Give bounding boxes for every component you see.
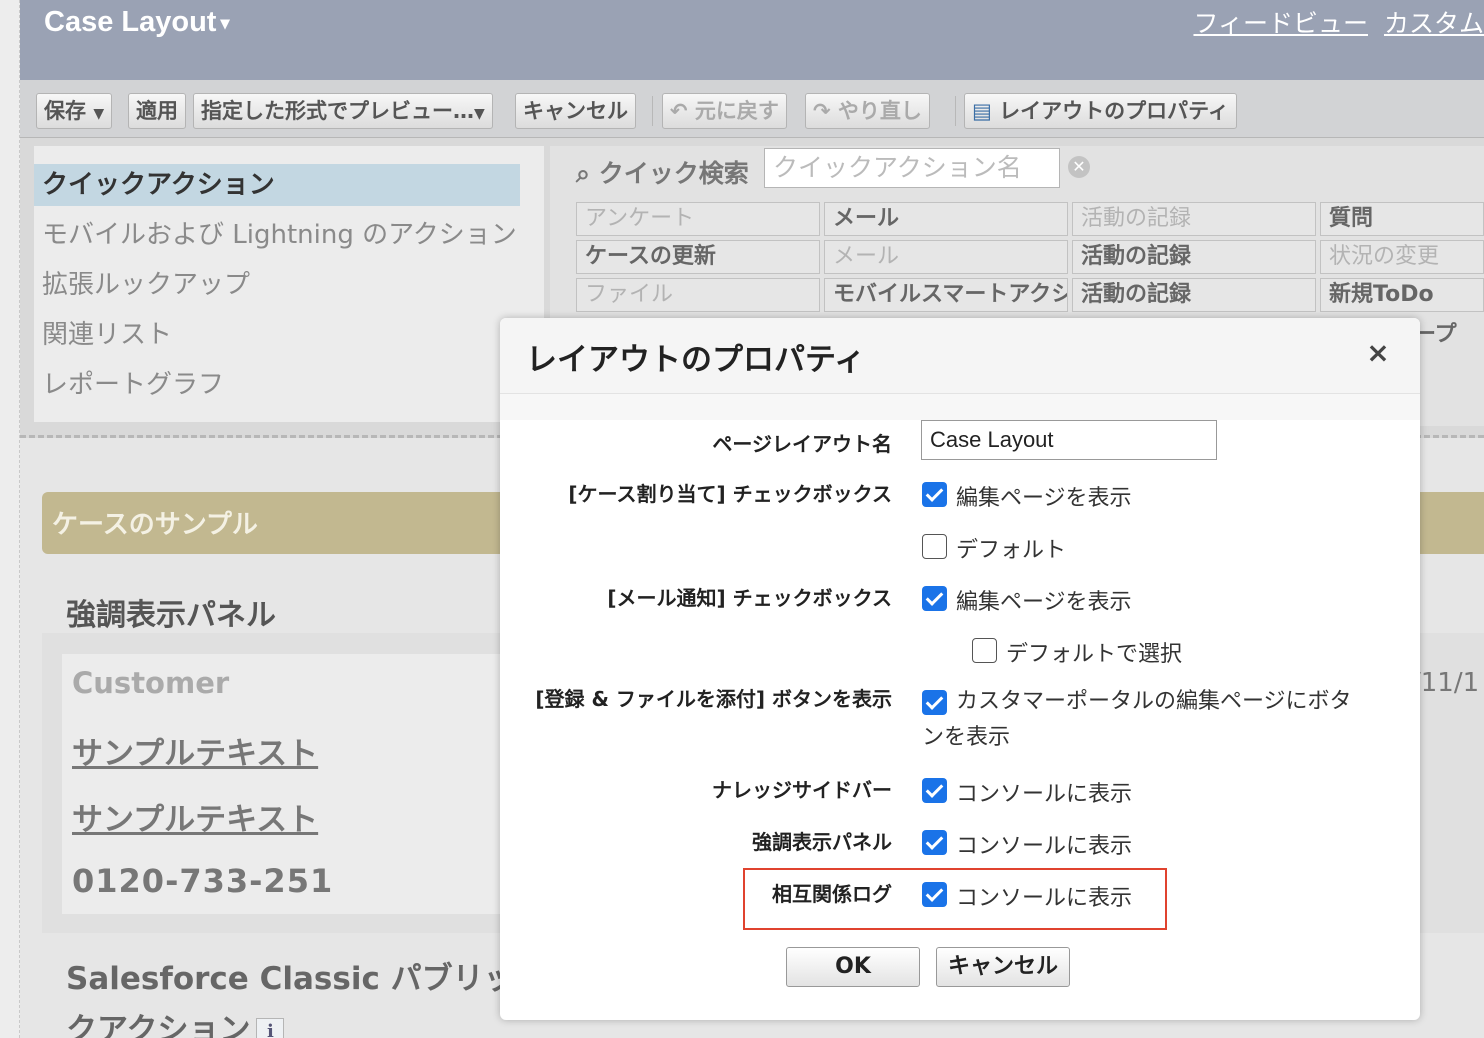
sample-text-link[interactable]: サンプルテキスト bbox=[72, 794, 318, 839]
palette-nav-quick-actions[interactable]: クイックアクション bbox=[34, 164, 520, 206]
caret-down-icon: ▾ bbox=[220, 12, 230, 33]
redo-label: やり直し bbox=[837, 99, 922, 123]
layout-header: Case Layout ▾ フィードビュー カスタム bbox=[20, 0, 1484, 80]
palette-nav-mobile-actions[interactable]: モバイルおよび Lightning のアクション bbox=[34, 214, 520, 256]
dialog-title: レイアウトのプロパティ bbox=[526, 342, 866, 378]
classic-actions-title-line2: クアクション i bbox=[66, 1004, 285, 1038]
palette-item[interactable]: 活動の記録 bbox=[1072, 278, 1316, 312]
clear-search-icon[interactable]: ✕ bbox=[1068, 156, 1090, 178]
ok-button[interactable]: OK bbox=[786, 947, 920, 987]
case-assign-show-text: 編集ページを表示 bbox=[956, 486, 1132, 511]
custom-link[interactable]: カスタム bbox=[1384, 9, 1484, 38]
left-margin-strip bbox=[0, 0, 20, 1038]
cancel-toolbar-button[interactable]: キャンセル bbox=[515, 93, 636, 129]
knowledge-sidebar-checkbox[interactable] bbox=[922, 778, 947, 803]
highlight-panel-checkbox[interactable] bbox=[922, 830, 947, 855]
palette-item[interactable]: メール bbox=[824, 240, 1068, 274]
highlight-panel-text: コンソールに表示 bbox=[956, 834, 1133, 859]
classic-actions-title-text: クアクション bbox=[66, 1012, 251, 1038]
case-assign-default-text: デフォルト bbox=[956, 538, 1067, 563]
layout-properties-dialog: レイアウトのプロパティ × ページレイアウト名 Case Layout [ケース… bbox=[500, 318, 1420, 1020]
dialog-header-band bbox=[500, 394, 1420, 420]
redo-icon: ↷ bbox=[813, 99, 831, 123]
palette-item[interactable]: 新規ToDo bbox=[1320, 278, 1484, 312]
highlight-outline bbox=[743, 868, 1167, 930]
classic-actions-title: Salesforce Classic パブリッ bbox=[66, 961, 506, 997]
palette-item[interactable]: メール bbox=[824, 202, 1068, 236]
preview-as-button[interactable]: 指定した形式でプレビュー…▼ bbox=[193, 93, 493, 129]
palette-item[interactable]: ファイル bbox=[576, 278, 820, 312]
undo-icon: ↶ bbox=[670, 99, 688, 123]
palette-item[interactable]: モバイルスマートアクション bbox=[824, 278, 1068, 312]
close-icon[interactable]: × bbox=[1364, 338, 1392, 368]
attach-button-text: カスタマーポータルの編集ページにボタンを表示 bbox=[922, 689, 1352, 750]
preview-label: 指定した形式でプレビュー… bbox=[201, 99, 474, 123]
palette-item-partial: ープ bbox=[1414, 322, 1457, 347]
info-icon[interactable]: i bbox=[256, 1017, 285, 1038]
knowledge-sidebar-text: コンソールに表示 bbox=[956, 782, 1133, 807]
palette-nav-report-charts[interactable]: レポートグラフ bbox=[34, 364, 520, 406]
email-notify-label: [メール通知] チェックボックス bbox=[607, 586, 892, 610]
layout-title-dropdown[interactable]: Case Layout ▾ bbox=[44, 6, 230, 39]
palette-category-list: クイックアクション モバイルおよび Lightning のアクション 拡張ルック… bbox=[34, 146, 544, 422]
save-button[interactable]: 保存 ▼ bbox=[36, 93, 113, 129]
palette-item[interactable]: 質問 bbox=[1320, 202, 1484, 236]
quick-search-label: ⌕ クイック検索 bbox=[576, 154, 749, 190]
layout-properties-button[interactable]: ▤ レイアウトのプロパティ bbox=[964, 93, 1237, 129]
sample-phone: 0120-733-251 bbox=[72, 862, 334, 900]
redo-button[interactable]: ↷ やり直し bbox=[805, 93, 930, 129]
layout-title-text: Case Layout bbox=[44, 6, 217, 38]
header-links: フィードビュー カスタム bbox=[1177, 4, 1484, 40]
toolbar-separator bbox=[652, 96, 653, 126]
sample-date-fragment: /11/1 bbox=[1412, 668, 1480, 698]
caret-down-icon: ▼ bbox=[93, 106, 105, 122]
sample-text-link[interactable]: サンプルテキスト bbox=[72, 728, 318, 773]
case-assign-default-checkbox[interactable] bbox=[922, 534, 947, 559]
palette-item[interactable]: アンケート bbox=[576, 202, 820, 236]
apply-button[interactable]: 適用 bbox=[128, 93, 186, 129]
highlight-panel-title: 強調表示パネル bbox=[66, 598, 276, 633]
toolbar-separator bbox=[955, 96, 956, 126]
case-assign-show-checkbox[interactable] bbox=[922, 482, 947, 507]
layout-name-input[interactable]: Case Layout bbox=[921, 420, 1217, 460]
email-notify-default-checkbox[interactable] bbox=[972, 638, 997, 663]
quick-search-input[interactable]: クイックアクション名 bbox=[764, 148, 1060, 188]
case-section-title: ケースのサンプル bbox=[52, 510, 258, 540]
layout-name-label: ページレイアウト名 bbox=[712, 432, 892, 456]
caret-down-icon: ▼ bbox=[474, 106, 485, 122]
feed-view-link[interactable]: フィードビュー bbox=[1193, 9, 1368, 38]
save-label: 保存 bbox=[44, 99, 86, 123]
undo-label: 元に戻す bbox=[694, 99, 779, 123]
attach-button-label: [登録 & ファイルを添付] ボタンを表示 bbox=[535, 687, 892, 711]
document-icon: ▤ bbox=[972, 99, 992, 123]
knowledge-sidebar-label: ナレッジサイドバー bbox=[712, 778, 892, 802]
email-notify-show-checkbox[interactable] bbox=[922, 586, 947, 611]
palette-item[interactable]: ケースの更新 bbox=[576, 240, 820, 274]
palette-item[interactable]: 状況の変更 bbox=[1320, 240, 1484, 274]
undo-button[interactable]: ↶ 元に戻す bbox=[662, 93, 787, 129]
highlight-customer-label: Customer bbox=[72, 666, 230, 700]
dialog-header: レイアウトのプロパティ × bbox=[500, 318, 1420, 394]
case-assign-label: [ケース割り当て] チェックボックス bbox=[568, 482, 892, 506]
quick-search-text: クイック検索 bbox=[598, 159, 749, 188]
layout-properties-label: レイアウトのプロパティ bbox=[999, 99, 1229, 123]
editor-toolbar: 保存 ▼ 適用 指定した形式でプレビュー…▼ キャンセル ↶ 元に戻す ↷ やり… bbox=[20, 80, 1484, 138]
email-notify-show-text: 編集ページを表示 bbox=[956, 590, 1132, 615]
cancel-button[interactable]: キャンセル bbox=[936, 947, 1070, 987]
email-notify-default-text: デフォルトで選択 bbox=[1006, 642, 1183, 667]
highlight-panel-label: 強調表示パネル bbox=[752, 830, 892, 854]
palette-nav-expanded-lookups[interactable]: 拡張ルックアップ bbox=[34, 264, 520, 306]
search-icon: ⌕ bbox=[576, 159, 591, 188]
palette-nav-related-lists[interactable]: 関連リスト bbox=[34, 314, 520, 356]
palette-item[interactable]: 活動の記録 bbox=[1072, 202, 1316, 236]
palette-item[interactable]: 活動の記録 bbox=[1072, 240, 1316, 274]
